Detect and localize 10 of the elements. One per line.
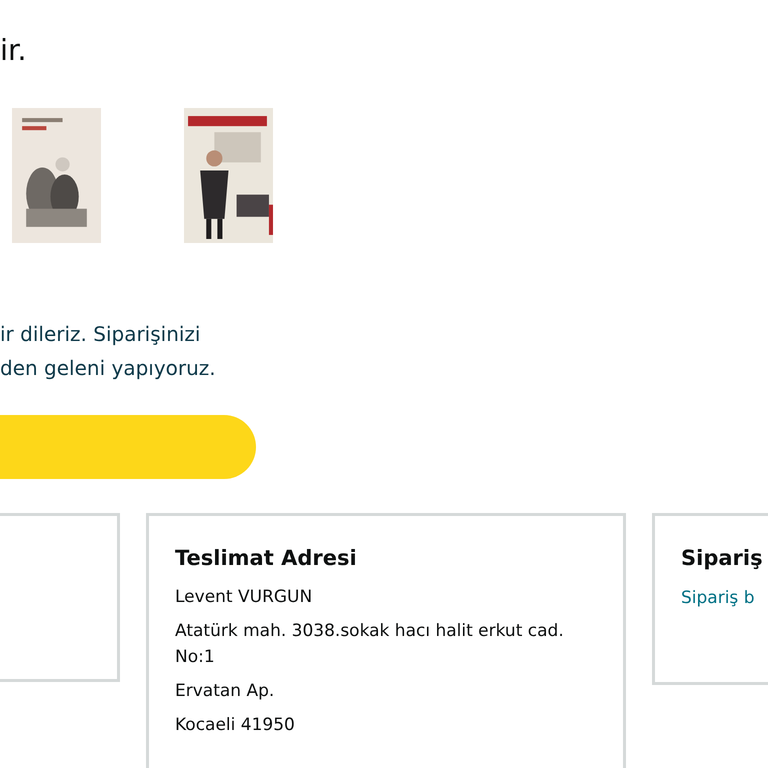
address-line: Kocaeli 41950 — [175, 714, 296, 737]
message-text: den geleni yapıyoruz. — [0, 355, 217, 382]
address-line: Atatürk mah. 3038.sokak hacı halit erkut cad. No:1 — [175, 620, 565, 669]
card-title: Teslimat Adresi — [175, 546, 358, 570]
order-link[interactable]: Sipariş b — [681, 588, 768, 608]
card-title: Sipariş — [681, 546, 764, 570]
address-line: Levent VURGUN — [175, 586, 314, 609]
page-heading: ir. — [0, 32, 28, 69]
message-text: ir dileriz. Siparişinizi — [0, 321, 202, 348]
address-line: Ervatan Ap. — [175, 680, 276, 703]
